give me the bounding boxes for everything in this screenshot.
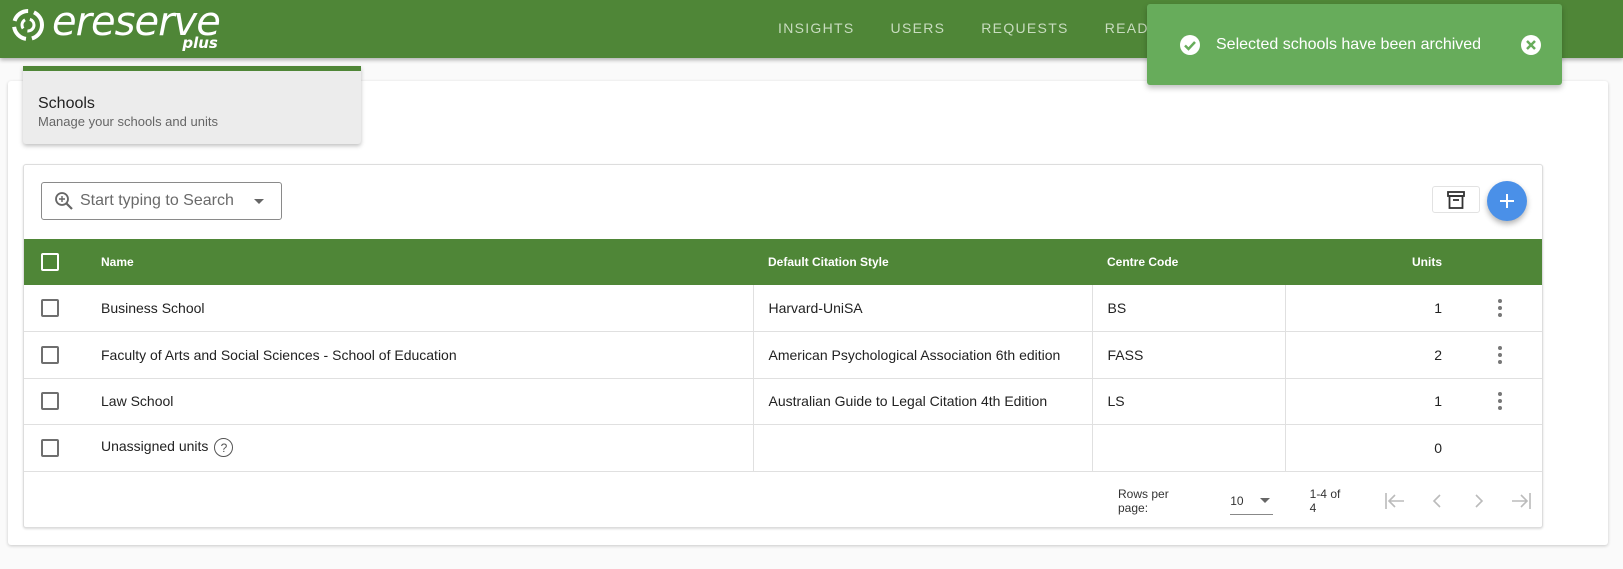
more-vert-icon[interactable] — [1490, 299, 1510, 317]
school-name: Unassigned units — [101, 438, 209, 455]
rows-per-page-label: Rows per page: — [1118, 487, 1169, 515]
ereserve-logo[interactable]: ereserve plus — [10, 2, 221, 56]
chevron-left-icon — [1432, 494, 1441, 508]
centre-code: BS — [1091, 285, 1285, 332]
chevron-right-icon — [1475, 494, 1484, 508]
citation-style: Australian Guide to Legal Citation 4th E… — [752, 378, 1092, 425]
school-name: Faculty of Arts and Social Sciences - Sc… — [101, 346, 457, 363]
column-header-units[interactable]: Units — [1285, 239, 1470, 285]
more-vert-icon[interactable] — [1490, 392, 1510, 411]
previous-page-button[interactable] — [1416, 486, 1458, 516]
row-checkbox[interactable] — [41, 299, 59, 317]
archive-box-icon — [1447, 190, 1465, 209]
help-circle-icon[interactable]: ? — [214, 438, 234, 458]
schools-table-card: Start typing to Search Name Default Cita… — [23, 164, 1543, 528]
column-header-centre-code[interactable]: Centre Code — [1092, 239, 1285, 285]
select-all-checkbox[interactable] — [41, 253, 59, 271]
last-page-button[interactable] — [1500, 486, 1542, 516]
close-circle-icon[interactable] — [1520, 34, 1542, 56]
rows-per-page-value: 10 — [1230, 493, 1244, 508]
rows-per-page-select[interactable]: 10 — [1230, 487, 1273, 515]
school-name: Business School — [101, 300, 205, 316]
units-count: 1 — [1284, 285, 1470, 332]
chevron-down-icon — [1259, 498, 1270, 503]
nav-requests[interactable]: REQUESTS — [981, 20, 1068, 36]
citation-style — [752, 424, 1092, 471]
pagination-range: 1-4 of 4 — [1309, 487, 1341, 515]
page-subtitle: Manage your schools and units — [38, 114, 218, 129]
toast-message: Selected schools have been archived — [1216, 35, 1482, 53]
page-header-card: Schools Manage your schools and units — [23, 66, 361, 144]
plus-icon — [1500, 194, 1514, 208]
success-toast: Selected schools have been archived — [1147, 4, 1562, 85]
table-row[interactable]: Business School Harvard-UniSA BS 1 — [24, 285, 1542, 332]
units-count: 0 — [1284, 424, 1470, 471]
table-pagination: Rows per page: 10 1-4 of 4 — [24, 474, 1542, 528]
column-header-citation-style[interactable]: Default Citation Style — [753, 239, 1092, 285]
logo-text: ereserve plus — [52, 2, 221, 51]
table-row[interactable]: Unassigned units? 0 — [24, 424, 1542, 471]
row-checkbox[interactable] — [41, 392, 59, 411]
centre-code — [1091, 424, 1285, 471]
units-count: 2 — [1284, 331, 1470, 378]
nav-users[interactable]: USERS — [891, 20, 946, 36]
centre-code: LS — [1091, 378, 1285, 425]
check-circle-icon — [1180, 34, 1200, 55]
first-page-icon — [1385, 493, 1404, 509]
archive-button[interactable] — [1432, 186, 1480, 213]
more-vert-icon[interactable] — [1490, 345, 1510, 364]
school-name: Law School — [101, 393, 174, 410]
next-page-button[interactable] — [1458, 486, 1500, 516]
row-checkbox[interactable] — [41, 438, 59, 457]
citation-style: American Psychological Association 6th e… — [752, 331, 1092, 378]
first-page-button[interactable] — [1374, 486, 1416, 516]
page-title: Schools — [38, 95, 95, 112]
schools-table: Name Default Citation Style Centre Code … — [24, 239, 1542, 472]
search-placeholder: Start typing to Search — [80, 192, 234, 209]
add-school-button[interactable] — [1487, 181, 1527, 221]
units-count: 1 — [1284, 378, 1470, 425]
last-page-icon — [1512, 493, 1531, 509]
chevron-down-icon[interactable] — [254, 198, 264, 204]
zoom-in-search-icon — [55, 192, 73, 210]
logo-plus: plus — [182, 34, 218, 52]
table-row[interactable]: Faculty of Arts and Social Sciences - Sc… — [24, 331, 1542, 378]
pagination-controls — [1374, 486, 1542, 516]
search-input[interactable]: Start typing to Search — [41, 182, 282, 220]
centre-code: FASS — [1091, 331, 1285, 378]
citation-style: Harvard-UniSA — [752, 285, 1092, 332]
row-checkbox[interactable] — [41, 345, 59, 364]
nav-insights[interactable]: INSIGHTS — [778, 20, 855, 36]
table-header-row: Name Default Citation Style Centre Code … — [24, 239, 1542, 285]
column-header-name[interactable]: Name — [101, 239, 753, 285]
table-row[interactable]: Law School Australian Guide to Legal Cit… — [24, 378, 1542, 425]
logo-swirl-icon — [12, 9, 44, 41]
